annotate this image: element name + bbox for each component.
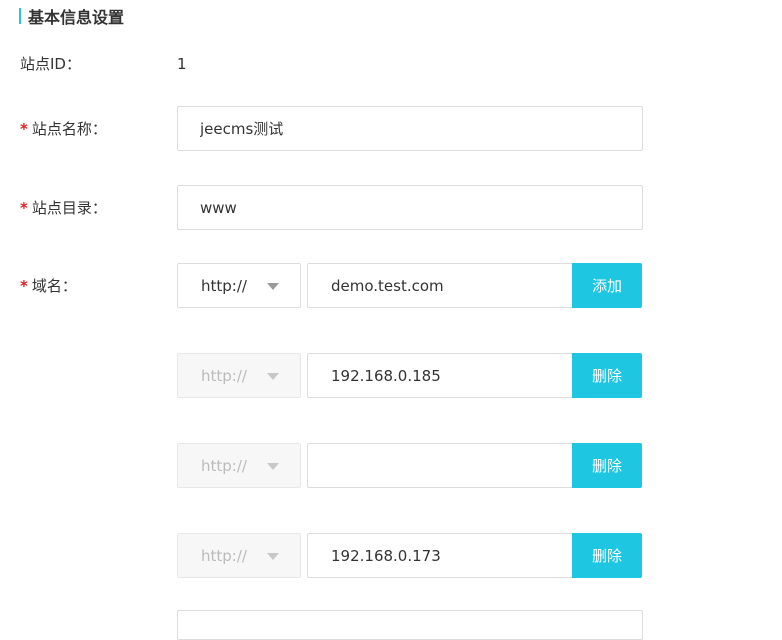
domain-input[interactable] bbox=[307, 263, 573, 308]
chevron-down-icon bbox=[267, 463, 279, 470]
delete-domain-button[interactable]: 删除 bbox=[572, 443, 642, 488]
required-mark: * bbox=[20, 199, 28, 217]
required-mark: * bbox=[20, 277, 28, 295]
domain-input[interactable] bbox=[307, 353, 573, 398]
protocol-select: http:// bbox=[177, 353, 301, 398]
delete-domain-button[interactable]: 删除 bbox=[572, 533, 642, 578]
protocol-select-value: http:// bbox=[201, 276, 247, 295]
protocol-select-value: http:// bbox=[201, 546, 247, 565]
site-id-value: 1 bbox=[177, 55, 187, 73]
title-accent-bar bbox=[19, 8, 21, 24]
chevron-down-icon bbox=[267, 373, 279, 380]
site-dir-label: * 站点目录： bbox=[20, 199, 107, 217]
section-title: 基本信息设置 bbox=[19, 5, 124, 27]
domain-input[interactable] bbox=[307, 533, 573, 578]
chevron-down-icon bbox=[267, 553, 279, 560]
chevron-down-icon bbox=[267, 283, 279, 290]
protocol-select-value: http:// bbox=[201, 366, 247, 385]
protocol-select-value: http:// bbox=[201, 456, 247, 475]
site-name-label: * 站点名称： bbox=[20, 120, 107, 138]
next-field-input[interactable] bbox=[177, 610, 643, 640]
site-name-input[interactable] bbox=[177, 106, 643, 151]
site-id-label: 站点ID： bbox=[20, 55, 81, 73]
domain-input[interactable] bbox=[307, 443, 573, 488]
add-domain-button[interactable]: 添加 bbox=[572, 263, 642, 308]
protocol-select[interactable]: http:// bbox=[177, 263, 301, 308]
section-title-text: 基本信息设置 bbox=[28, 8, 125, 27]
protocol-select: http:// bbox=[177, 443, 301, 488]
protocol-select: http:// bbox=[177, 533, 301, 578]
delete-domain-button[interactable]: 删除 bbox=[572, 353, 642, 398]
site-dir-input[interactable] bbox=[177, 185, 643, 230]
required-mark: * bbox=[20, 120, 28, 138]
domain-label: * 域名： bbox=[20, 277, 77, 295]
